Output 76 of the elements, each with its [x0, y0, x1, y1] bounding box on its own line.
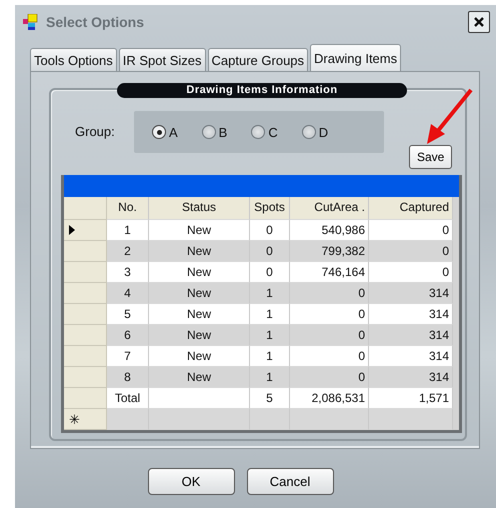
app-icon	[23, 14, 39, 30]
table-cell: New	[149, 220, 250, 241]
table-cell: Total	[107, 388, 149, 409]
table-cell: 6	[107, 325, 149, 346]
table-cell: 0	[290, 283, 369, 304]
table-cell: 1	[250, 283, 290, 304]
table-cell: New	[149, 262, 250, 283]
radio-button[interactable]	[202, 125, 216, 139]
close-button[interactable]	[468, 11, 490, 33]
table-cell: 746,164	[290, 262, 369, 283]
table-cell: New	[149, 325, 250, 346]
cancel-button[interactable]: Cancel	[246, 468, 334, 495]
table-cell: 0	[369, 262, 453, 283]
table-cell: 8	[107, 367, 149, 388]
table-cell: 4	[107, 283, 149, 304]
radio-label[interactable]: A	[169, 124, 178, 140]
close-icon	[473, 16, 485, 28]
radio-label[interactable]: D	[318, 124, 328, 140]
table-cell: 0	[290, 367, 369, 388]
column-header[interactable]: Status	[149, 197, 250, 220]
tab[interactable]: Capture Groups	[208, 48, 308, 71]
table-cell: 1	[250, 367, 290, 388]
table-cell: 314	[369, 367, 453, 388]
table-cell: New	[149, 367, 250, 388]
row-header[interactable]: ✳	[64, 409, 107, 430]
column-header[interactable]: Spots	[250, 197, 290, 220]
table-cell: 314	[369, 346, 453, 367]
table-cell: 1	[250, 346, 290, 367]
row-header[interactable]	[64, 220, 107, 241]
tab[interactable]: Tools Options	[30, 48, 117, 71]
ok-button[interactable]: OK	[148, 468, 234, 495]
table-cell: 1	[250, 304, 290, 325]
tab[interactable]: Drawing Items	[310, 44, 402, 71]
table-cell: 0	[369, 220, 453, 241]
table-cell: 540,986	[290, 220, 369, 241]
table-cell: 0	[369, 241, 453, 262]
radio-label[interactable]: C	[268, 124, 278, 140]
table-cell: 0	[290, 304, 369, 325]
table-cell: 0	[250, 220, 290, 241]
table-cell: 1,571	[369, 388, 453, 409]
annotation-arrow	[425, 88, 475, 146]
section-title: Drawing Items Information	[117, 83, 407, 98]
radio-label[interactable]: B	[218, 124, 228, 140]
table-cell: 2	[107, 241, 149, 262]
table-cell: 0	[290, 346, 369, 367]
table-cell: 2,086,531	[290, 388, 369, 409]
table-cell: 799,382	[290, 241, 369, 262]
column-header[interactable]: No.	[107, 197, 149, 220]
new-row-marker: ✳	[69, 412, 80, 426]
table-cell: 0	[250, 241, 290, 262]
save-button[interactable]: Save	[409, 145, 452, 169]
column-header[interactable]: Captured	[369, 197, 453, 220]
table-cell: New	[149, 283, 250, 304]
radio-button[interactable]	[152, 125, 166, 139]
table-cell: New	[149, 346, 250, 367]
table-cell: 314	[369, 283, 453, 304]
table-cell: 5	[250, 388, 290, 409]
column-header[interactable]: CutArea .	[290, 197, 369, 220]
table-cell: 3	[107, 262, 149, 283]
table-cell: New	[149, 304, 250, 325]
table-cell: 5	[107, 304, 149, 325]
tab[interactable]: IR Spot Sizes	[118, 48, 206, 71]
radio-button[interactable]	[302, 125, 316, 139]
current-row-icon	[69, 225, 75, 235]
table-cell: 314	[369, 304, 453, 325]
table-cell: 0	[250, 262, 290, 283]
row-header	[64, 197, 107, 220]
window-title: Select Options	[46, 14, 146, 30]
radio-button[interactable]	[251, 125, 266, 139]
table-cell: 1	[250, 325, 290, 346]
table-cell: 1	[107, 220, 149, 241]
group-label: Group:	[75, 124, 116, 139]
table-cell: 7	[107, 346, 149, 367]
table-cell: New	[149, 241, 250, 262]
table-cell: 0	[290, 325, 369, 346]
table-cell: 314	[369, 325, 453, 346]
